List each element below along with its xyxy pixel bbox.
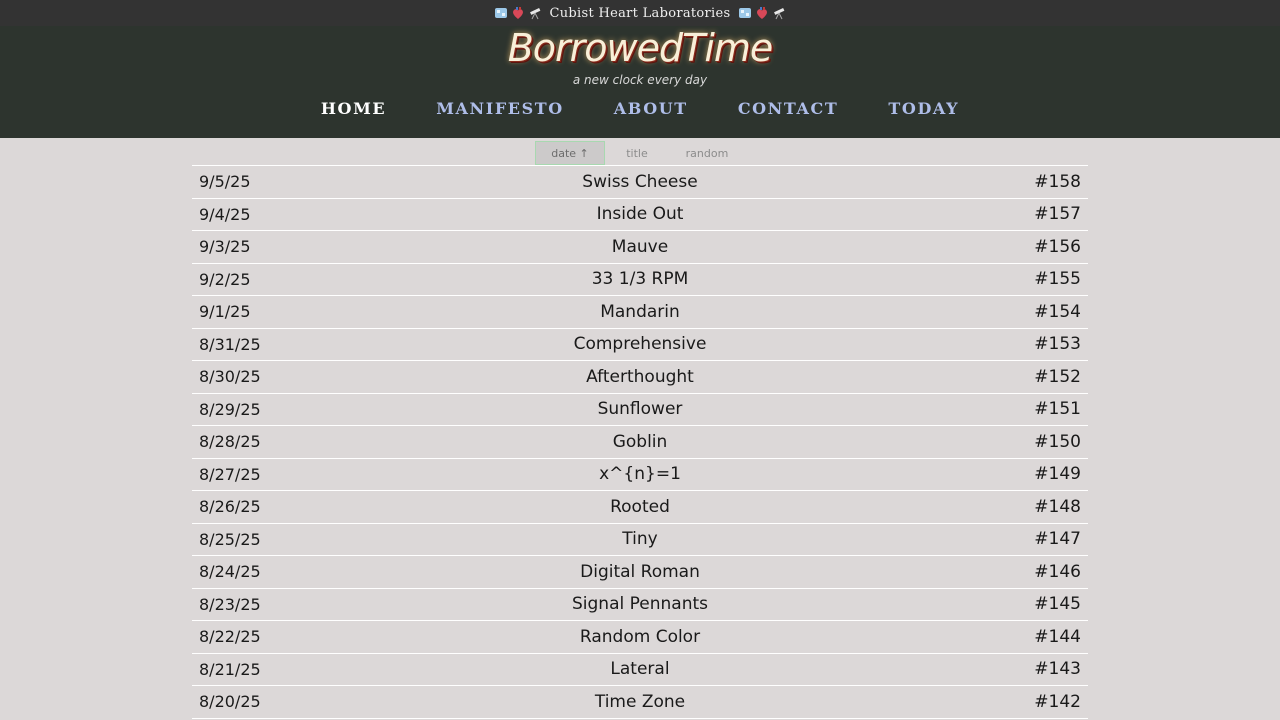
clock-date: 9/4/25 [199, 204, 251, 224]
clock-title: Lateral [610, 659, 670, 680]
main-nav: HOME MANIFESTO ABOUT CONTACT TODAY [296, 99, 984, 118]
telescope-icon [529, 7, 540, 20]
clock-number: #152 [1034, 366, 1081, 387]
clock-title: Random Color [579, 626, 701, 647]
clock-row[interactable]: 8/20/25 Time Zone #142 [192, 686, 1088, 719]
clock-title: Comprehensive [573, 334, 707, 355]
clock-number: #145 [1034, 594, 1081, 615]
clock-row[interactable]: 8/31/25 Comprehensive #153 [192, 329, 1088, 361]
site-header: BorrowedTime a new clock every day HOME … [0, 26, 1280, 138]
clock-row[interactable]: 9/3/25 Mauve #156 [192, 231, 1088, 264]
clock-title: Mandarin [600, 301, 680, 322]
clock-date: 8/25/25 [199, 529, 261, 549]
clock-date: 8/28/25 [199, 432, 261, 452]
ice-cube-icon [739, 8, 752, 18]
clock-row[interactable]: 8/30/25 Afterthought #152 [192, 361, 1088, 394]
clock-title: 33 1/3 RPM [591, 269, 689, 290]
clock-title: Mauve [611, 236, 669, 257]
clock-row[interactable]: 8/28/25 Goblin #150 [192, 426, 1088, 459]
clock-row[interactable]: 9/2/25 33 1/3 RPM #155 [192, 264, 1088, 296]
clock-title: Tiny [622, 529, 658, 550]
nav-about[interactable]: ABOUT [614, 99, 688, 118]
clock-date: 9/3/25 [199, 237, 251, 257]
clock-date: 8/22/25 [199, 627, 261, 647]
clock-row[interactable]: 8/26/25 Rooted #148 [192, 491, 1088, 524]
sort-by-title-button[interactable]: title [609, 141, 665, 165]
clock-title: Goblin [612, 431, 668, 452]
clock-number: #158 [1034, 171, 1081, 192]
clock-number: #150 [1034, 431, 1081, 452]
clock-row[interactable]: 9/4/25 Inside Out #157 [192, 199, 1088, 231]
clock-date: 8/21/25 [199, 659, 261, 679]
clock-number: #148 [1034, 496, 1081, 517]
clock-row[interactable]: 8/21/25 Lateral #143 [192, 654, 1088, 686]
nav-manifesto[interactable]: MANIFESTO [436, 99, 564, 118]
clock-date: 9/5/25 [199, 172, 251, 192]
nav-home[interactable]: HOME [321, 99, 386, 118]
clock-row[interactable]: 8/25/25 Tiny #147 [192, 524, 1088, 556]
clock-number: #157 [1034, 204, 1081, 225]
clock-row[interactable]: 8/27/25 x^{n}=1 #149 [192, 459, 1088, 491]
clock-number: #151 [1034, 399, 1081, 420]
clock-row[interactable]: 8/24/25 Digital Roman #146 [192, 556, 1088, 589]
clock-date: 8/31/25 [199, 334, 261, 354]
clock-list: 9/5/25 Swiss Cheese #158 9/4/25 Inside Out #1… [192, 166, 1088, 719]
clock-row[interactable]: 8/22/25 Random Color #144 [192, 621, 1088, 654]
clock-date: 8/29/25 [199, 399, 261, 419]
clock-row[interactable]: 8/29/25 Sunflower #151 [192, 394, 1088, 426]
clock-row[interactable]: 9/5/25 Swiss Cheese #158 [192, 166, 1088, 199]
clock-date: 8/30/25 [199, 367, 261, 387]
clock-title: Rooted [610, 496, 670, 517]
clock-number: #156 [1034, 236, 1081, 257]
clock-title: Afterthought [586, 366, 694, 387]
clock-number: #153 [1034, 334, 1081, 355]
telescope-icon [774, 7, 785, 20]
clock-title: Digital Roman [580, 561, 700, 582]
clock-date: 8/20/25 [199, 692, 261, 712]
sort-bar: date ↑ title random [192, 138, 1088, 166]
clock-number: #144 [1034, 626, 1081, 647]
clock-number: #147 [1034, 529, 1081, 550]
banner-icons-right [738, 6, 786, 20]
clock-title: Signal Pennants [572, 594, 708, 615]
clock-date: 9/1/25 [199, 302, 251, 322]
clock-date: 8/23/25 [199, 594, 261, 614]
clock-date: 9/2/25 [199, 269, 251, 289]
clock-number: #149 [1034, 464, 1081, 485]
nav-contact[interactable]: CONTACT [738, 99, 839, 118]
clock-row[interactable]: 8/23/25 Signal Pennants #145 [192, 589, 1088, 621]
clock-title: Inside Out [596, 204, 684, 225]
clock-number: #143 [1034, 659, 1081, 680]
lab-banner: Cubist Heart Laboratories [0, 0, 1280, 26]
clock-list-section: date ↑ title random 9/5/25 Swiss Cheese #1… [192, 138, 1088, 719]
site-logo[interactable]: BorrowedTime [508, 26, 774, 70]
site-tagline: a new clock every day [572, 73, 708, 87]
sort-random-button[interactable]: random [669, 141, 745, 165]
clock-title: Time Zone [594, 691, 686, 712]
lab-name: Cubist Heart Laboratories [549, 5, 731, 21]
clock-title: Swiss Cheese [582, 171, 698, 192]
ice-cube-icon [494, 8, 507, 18]
clock-number: #146 [1034, 561, 1081, 582]
anatomical-heart-icon [512, 7, 523, 19]
clock-number: #155 [1034, 269, 1081, 290]
nav-today[interactable]: TODAY [888, 99, 959, 118]
sort-by-date-button[interactable]: date ↑ [535, 141, 605, 165]
clock-date: 8/24/25 [199, 562, 261, 582]
clock-row[interactable]: 9/1/25 Mandarin #154 [192, 296, 1088, 329]
clock-number: #142 [1034, 691, 1081, 712]
banner-icons-left [494, 6, 542, 20]
clock-number: #154 [1034, 301, 1081, 322]
clock-title: x^{n}=1 [599, 464, 681, 485]
anatomical-heart-icon [757, 7, 768, 19]
clock-date: 8/26/25 [199, 497, 261, 517]
clock-title: Sunflower [597, 399, 683, 420]
clock-date: 8/27/25 [199, 464, 261, 484]
